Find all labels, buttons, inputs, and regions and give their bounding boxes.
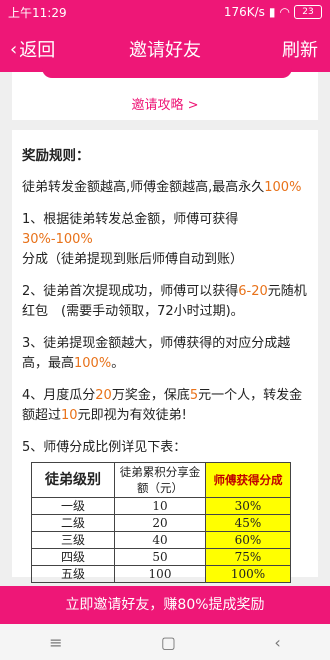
back-triangle-icon[interactable]: ‹ — [274, 633, 280, 652]
rule-5: 5、师傅分成比例详见下表： — [22, 440, 187, 455]
table-cell: 五级 — [31, 565, 115, 583]
table-row: 一级 10 30% — [31, 497, 291, 515]
rule-4-amount: 20 — [95, 388, 112, 403]
table-row: 二级 20 45% — [31, 514, 291, 532]
rules-panel: 奖励规则： 徒弟转发金额越高,师傅金额越高,最高永久100% 1、根据徒弟转发总… — [12, 130, 318, 583]
table-cell: 三级 — [31, 531, 115, 549]
invite-banner-edge — [42, 64, 292, 78]
invite-guide-link[interactable]: 邀请攻略 > — [12, 94, 318, 113]
rule-2-range: 6-20 — [238, 284, 268, 299]
battery-icon: 23 — [294, 5, 322, 19]
table-cell: 75% — [205, 548, 291, 566]
rule-1-text-b: 分成（徒弟提现到账后师傅自动到账） — [22, 252, 244, 267]
status-time: 上午11:29 — [8, 5, 67, 20]
rule-2-text: 2、徒弟首次提现成功，师傅可以获得 — [22, 284, 239, 299]
table-cell: 60% — [205, 531, 291, 549]
table-cell: 二级 — [31, 514, 115, 532]
rule-4-text-d: 元即视为有效徒弟! — [77, 408, 187, 423]
table-cell: 四级 — [31, 548, 115, 566]
home-icon[interactable]: ▢ — [161, 633, 176, 652]
rule-1-text: 1、根据徒弟转发总金额，师傅可获得 — [22, 212, 239, 227]
rule-2: 2、徒弟首次提现成功，师傅可以获得6-20元随机红包 (需要手动领取，72小时过… — [22, 282, 308, 322]
table-cell: 一级 — [31, 497, 115, 515]
table-header: 徒弟累积分享金额（元） — [114, 462, 206, 498]
rule-3-text-b: 。 — [111, 356, 125, 371]
wifi-icon: ◠ — [279, 5, 290, 19]
table-cell: 40 — [114, 531, 206, 549]
rule-4-text-b: 万奖金，保底 — [111, 388, 190, 403]
table-cell: 30% — [205, 497, 291, 515]
table-row: 四级 50 75% — [31, 548, 291, 566]
back-label: 返回 — [19, 40, 56, 61]
table-cell: 20 — [114, 514, 206, 532]
invite-friends-button[interactable]: 立即邀请好友，赚80%提成奖励 — [0, 586, 330, 624]
table-header-row: 徒弟级别 徒弟累积分享金额（元） 师傅获得分成 — [31, 462, 291, 498]
rule-4: 4、月度瓜分20万奖金，保底5元一个人，转发金 额超过10元即视为有效徒弟! — [22, 386, 315, 426]
table-row: 三级 40 60% — [31, 531, 291, 549]
table-cell: 10 — [114, 497, 206, 515]
rule-intro: 徒弟转发金额越高,师傅金额越高,最高永久100% — [22, 178, 308, 198]
system-nav-bar: ≡ ▢ ‹ — [0, 624, 330, 660]
table-header: 师傅获得分成 — [205, 462, 291, 498]
invite-card: 邀请攻略 > — [12, 64, 318, 120]
network-speed: 176K/s — [223, 5, 265, 19]
rule-4-minimum: 5 — [189, 388, 199, 403]
table-row: 五级 100 100% — [31, 565, 291, 583]
rule-intro-pct: 100% — [264, 180, 302, 195]
commission-table: 徒弟级别 徒弟累积分享金额（元） 师傅获得分成 一级 10 30% 二级 20 … — [31, 462, 291, 583]
status-indicators: 176K/s ▮ ◠ 23 — [224, 5, 322, 19]
back-button[interactable]: ‹ 返回 — [10, 36, 55, 62]
status-bar: 上午11:29 176K/s ▮ ◠ 23 — [0, 0, 330, 24]
table-cell: 45% — [205, 514, 291, 532]
menu-icon[interactable]: ≡ — [49, 633, 62, 652]
rule-3-pct: 100% — [74, 356, 112, 371]
table-cell: 100 — [114, 565, 206, 583]
rule-4-text: 4、月度瓜分 — [22, 388, 96, 403]
rule-3: 3、徒弟提现金额越大，师傅获得的对应分成越 高，最高100%。 — [22, 334, 308, 374]
rule-4-threshold: 10 — [61, 408, 78, 423]
rule-1-pct: 30%-100% — [22, 232, 93, 247]
table-cell: 50 — [114, 548, 206, 566]
rule-3-text: 3、徒弟提现金额越大，师傅获得的对应分成越 高，最高 — [22, 336, 304, 371]
rules-heading: 奖励规则： — [22, 148, 90, 164]
chevron-left-icon: ‹ — [10, 38, 18, 60]
rule-intro-text: 徒弟转发金额越高,师傅金额越高,最高永久 — [22, 180, 265, 195]
signal-icon: ▮ — [268, 5, 276, 19]
refresh-button[interactable]: 刷新 — [282, 36, 318, 62]
table-cell: 100% — [205, 565, 291, 583]
rule-1: 1、根据徒弟转发总金额，师傅可获得 30%-100% 分成（徒弟提现到账后师傅自动到… — [22, 210, 308, 270]
table-header: 徒弟级别 — [31, 462, 115, 498]
